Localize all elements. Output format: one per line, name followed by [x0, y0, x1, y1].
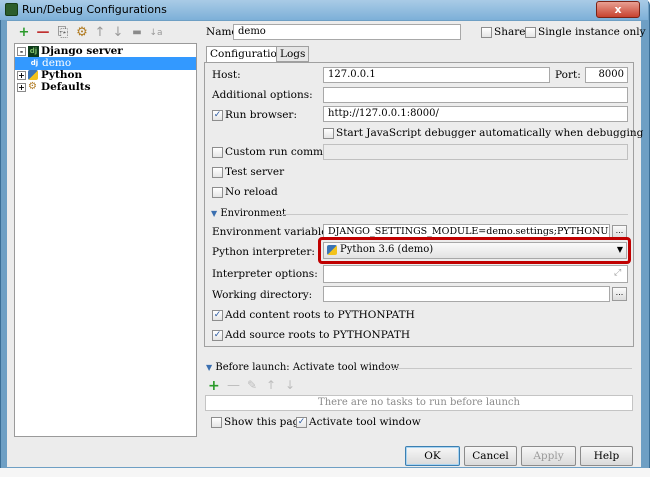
interpreter-options-label: Interpreter options:: [212, 268, 318, 280]
content-roots-checkbox[interactable]: ✓ Add content roots to PYTHONPATH: [212, 309, 415, 321]
source-roots-checkbox[interactable]: ✓ Add source roots to PYTHONPATH: [212, 329, 410, 341]
port-field[interactable]: 8000: [585, 67, 628, 83]
cancel-button[interactable]: Cancel: [464, 446, 517, 466]
checkbox-box[interactable]: ✓: [212, 309, 223, 321]
checkbox-box[interactable]: [211, 416, 222, 428]
tree-label: demo: [42, 57, 72, 69]
collapse-icon[interactable]: -: [17, 46, 26, 56]
tree-label: Python: [41, 69, 83, 81]
edit-task-icon[interactable]: ✎: [247, 378, 257, 392]
checkbox-box[interactable]: ✓: [212, 109, 223, 121]
before-launch-label: Before launch: Activate tool window: [215, 362, 400, 373]
remove-icon[interactable]: —: [35, 25, 51, 41]
edit-defaults-icon[interactable]: ⚙: [74, 25, 90, 41]
collapse-arrow-icon: ▼: [211, 209, 218, 218]
activate-tool-window-label: Activate tool window: [309, 416, 421, 428]
copy-icon[interactable]: ⎘: [55, 25, 71, 41]
single-instance-label: Single instance only: [538, 26, 646, 38]
tab-logs[interactable]: Logs: [276, 46, 310, 62]
task-up-icon[interactable]: ↑: [266, 378, 276, 392]
sort-icon[interactable]: ↓a: [148, 25, 164, 41]
checkbox-box[interactable]: [212, 146, 223, 158]
checkbox-box[interactable]: [212, 166, 223, 178]
add-icon[interactable]: +: [16, 25, 32, 41]
test-server-label: Test server: [225, 166, 285, 178]
env-vars-label: Environment variables:: [212, 226, 337, 238]
defaults-icon: ⚙: [28, 81, 37, 92]
name-field[interactable]: demo: [233, 24, 461, 40]
show-page-label: Show this page: [224, 416, 306, 428]
close-button[interactable]: x: [596, 1, 640, 18]
content-roots-label: Add content roots to PYTHONPATH: [225, 309, 415, 321]
dropdown-arrow-icon[interactable]: ▼: [617, 243, 623, 257]
port-label: Port:: [555, 69, 581, 81]
help-button[interactable]: Help: [580, 446, 633, 466]
expand-icon[interactable]: +: [17, 70, 26, 80]
folder-icon[interactable]: ▬: [129, 25, 145, 41]
configuration-panel: [204, 62, 634, 347]
working-directory-browse-button[interactable]: ...: [612, 287, 627, 301]
activate-tool-window-checkbox[interactable]: ✓ Activate tool window: [296, 416, 421, 428]
expand-icon[interactable]: +: [17, 82, 26, 92]
configuration-tree[interactable]: - dj Django server dj demo + Python + ⚙ Defaul…: [14, 43, 197, 437]
collapse-arrow-icon: ▼: [206, 363, 213, 372]
checkbox-box[interactable]: [525, 26, 536, 38]
ok-button[interactable]: OK: [405, 446, 460, 466]
tree-label: Defaults: [41, 81, 91, 93]
django-icon: dj: [30, 58, 39, 67]
no-reload-checkbox[interactable]: No reload: [212, 186, 278, 198]
move-up-icon[interactable]: ↑: [92, 25, 108, 41]
app-icon: [5, 3, 18, 16]
window-title: Run/Debug Configurations: [22, 3, 167, 16]
move-down-icon[interactable]: ↓: [110, 25, 126, 41]
share-checkbox[interactable]: Share: [481, 26, 525, 38]
source-roots-label: Add source roots to PYTHONPATH: [225, 329, 410, 341]
python-icon: [28, 70, 38, 80]
background-strip: [0, 468, 650, 477]
run-browser-checkbox[interactable]: ✓ Run browser:: [212, 109, 297, 121]
js-debugger-checkbox[interactable]: Start JavaScript debugger automatically …: [323, 127, 643, 139]
run-browser-url-field[interactable]: http://127.0.0.1:8000/: [323, 106, 628, 122]
tree-label: Django server: [41, 45, 123, 57]
working-directory-field[interactable]: [323, 286, 610, 302]
checkbox-box[interactable]: [323, 127, 334, 139]
tree-item-defaults[interactable]: + ⚙ Defaults: [17, 81, 91, 94]
remove-task-icon[interactable]: —: [227, 378, 240, 393]
before-launch-section[interactable]: ▼ Before launch: Activate tool window: [206, 362, 399, 373]
show-page-checkbox[interactable]: Show this page: [211, 416, 306, 428]
add-task-icon[interactable]: +: [208, 378, 220, 394]
expand-field-icon[interactable]: ⤢: [614, 268, 624, 278]
interpreter-value: Python 3.6 (demo): [340, 244, 434, 255]
checkbox-box[interactable]: ✓: [296, 416, 307, 428]
run-browser-label: Run browser:: [225, 109, 297, 121]
share-label: Share: [494, 26, 526, 38]
divider: [275, 214, 628, 215]
js-debugger-label: Start JavaScript debugger automatically …: [336, 127, 644, 139]
single-instance-checkbox[interactable]: Single instance only: [525, 26, 646, 38]
divider: [382, 368, 632, 369]
working-directory-label: Working directory:: [212, 289, 313, 301]
checkbox-box[interactable]: [212, 186, 223, 198]
python-interpreter-label: Python interpreter:: [212, 246, 315, 258]
before-launch-task-list[interactable]: There are no tasks to run before launch: [205, 395, 633, 411]
checkbox-box[interactable]: [481, 26, 492, 38]
host-label: Host:: [212, 69, 241, 81]
apply-button[interactable]: Apply: [521, 446, 576, 466]
test-server-checkbox[interactable]: Test server: [212, 166, 284, 178]
python-icon: [327, 244, 337, 255]
python-interpreter-select[interactable]: Python 3.6 (demo) ▼: [323, 242, 627, 259]
task-down-icon[interactable]: ↓: [285, 378, 295, 392]
host-field[interactable]: 127.0.0.1: [323, 67, 550, 83]
additional-options-field[interactable]: [323, 87, 628, 103]
checkbox-box[interactable]: ✓: [212, 329, 223, 341]
additional-options-label: Additional options:: [212, 89, 313, 101]
django-icon: dj: [28, 45, 39, 57]
interpreter-options-field[interactable]: [323, 265, 628, 283]
custom-run-field: [323, 144, 628, 160]
no-reload-label: No reload: [225, 186, 278, 198]
